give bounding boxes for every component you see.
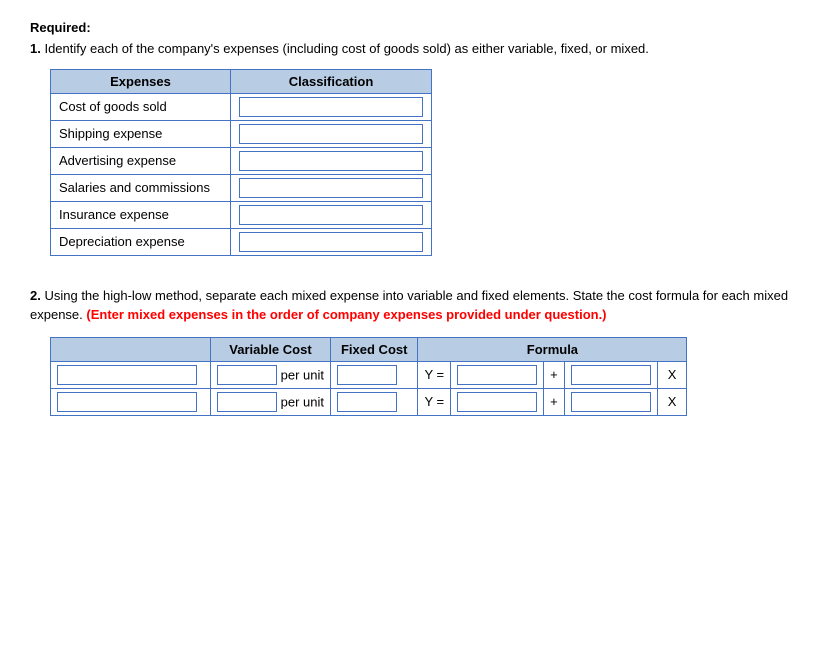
table-row: Depreciation expense: [51, 228, 432, 255]
delete-cell: X: [657, 388, 687, 415]
classification-cell: [231, 228, 432, 255]
q2-number: 2.: [30, 288, 41, 303]
table-row: Advertising expense: [51, 147, 432, 174]
q1-text-body: Identify each of the company's expenses …: [44, 41, 648, 56]
expense-name-cell: Depreciation expense: [51, 228, 231, 255]
expense-name-cell: Insurance expense: [51, 201, 231, 228]
classification-input[interactable]: [239, 151, 423, 171]
formula-value-cell: [451, 361, 544, 388]
formula-col4-header: Formula: [418, 337, 687, 361]
delete-cell: X: [657, 361, 687, 388]
expense-name-cell: Cost of goods sold: [51, 93, 231, 120]
formula-value2-input[interactable]: [571, 365, 651, 385]
q1-number: 1.: [30, 41, 41, 56]
variable-cost-input[interactable]: [217, 365, 277, 385]
delete-row-button[interactable]: X: [664, 367, 681, 382]
col-classification-header: Classification: [231, 69, 432, 93]
formula-col2-header: Variable Cost: [211, 337, 331, 361]
per-unit-label: per unit: [277, 367, 324, 382]
classification-cell: [231, 147, 432, 174]
formula-name-cell: [51, 361, 211, 388]
formula-name-input[interactable]: [57, 392, 197, 412]
expense-name-cell: Salaries and commissions: [51, 174, 231, 201]
classification-cell: [231, 93, 432, 120]
question1-text: 1. Identify each of the company's expens…: [30, 39, 803, 59]
classification-input[interactable]: [239, 97, 423, 117]
formula-name-cell: [51, 388, 211, 415]
col-expenses-header: Expenses: [51, 69, 231, 93]
formula-name-input[interactable]: [57, 365, 197, 385]
fixed-cost-cell: [330, 388, 417, 415]
question2-text: 2. Using the high-low method, separate e…: [30, 286, 803, 325]
y-equals-cell: Y =: [418, 388, 451, 415]
variable-cost-input[interactable]: [217, 392, 277, 412]
per-unit-label: per unit: [277, 394, 324, 409]
variable-cost-cell: per unit: [211, 388, 331, 415]
expense-name-cell: Advertising expense: [51, 147, 231, 174]
formula-value2-cell: [564, 361, 657, 388]
delete-row-button[interactable]: X: [664, 394, 681, 409]
formula-col1-header: [51, 337, 211, 361]
formula-table: Variable Cost Fixed Cost Formula per uni…: [50, 337, 687, 416]
page-container: Required: 1. Identify each of the compan…: [30, 20, 803, 416]
formula-value-input[interactable]: [457, 365, 537, 385]
question2-block: 2. Using the high-low method, separate e…: [30, 286, 803, 416]
variable-cost-cell: per unit: [211, 361, 331, 388]
classification-cell: [231, 174, 432, 201]
classification-input[interactable]: [239, 178, 423, 198]
table-row: Insurance expense: [51, 201, 432, 228]
q2-text-highlight: (Enter mixed expenses in the order of co…: [86, 307, 606, 322]
formula-row: per unit Y = + X: [51, 361, 687, 388]
formula-row: per unit Y = + X: [51, 388, 687, 415]
plus-cell: +: [544, 388, 565, 415]
classification-input[interactable]: [239, 232, 423, 252]
classification-input[interactable]: [239, 124, 423, 144]
classification-cell: [231, 120, 432, 147]
formula-value2-cell: [564, 388, 657, 415]
required-label: Required:: [30, 20, 803, 35]
table-row: Cost of goods sold: [51, 93, 432, 120]
fixed-cost-input[interactable]: [337, 365, 397, 385]
classification-cell: [231, 201, 432, 228]
plus-cell: +: [544, 361, 565, 388]
table-row: Shipping expense: [51, 120, 432, 147]
table-row: Salaries and commissions: [51, 174, 432, 201]
y-equals-cell: Y =: [418, 361, 451, 388]
formula-value2-input[interactable]: [571, 392, 651, 412]
fixed-cost-cell: [330, 361, 417, 388]
expense-name-cell: Shipping expense: [51, 120, 231, 147]
formula-value-input[interactable]: [457, 392, 537, 412]
expenses-table: Expenses Classification Cost of goods so…: [50, 69, 432, 256]
formula-value-cell: [451, 388, 544, 415]
question1-block: 1. Identify each of the company's expens…: [30, 39, 803, 256]
classification-input[interactable]: [239, 205, 423, 225]
formula-col3-header: Fixed Cost: [330, 337, 417, 361]
fixed-cost-input[interactable]: [337, 392, 397, 412]
